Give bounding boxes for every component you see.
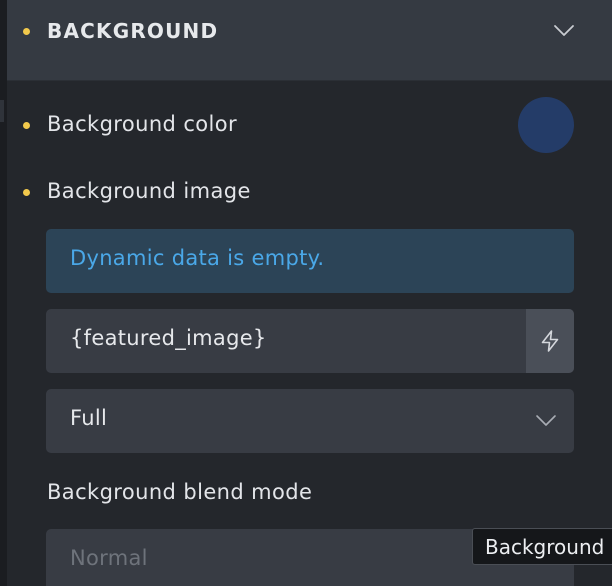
tooltip: Background (472, 528, 612, 565)
background-color-label: Background color (47, 112, 238, 136)
background-color-indicator-dot (23, 122, 30, 129)
background-image-dynamic-field[interactable]: {featured_image} (46, 309, 574, 373)
chevron-down-icon[interactable] (552, 19, 576, 43)
background-color-swatch[interactable] (518, 97, 574, 153)
tooltip-text: Background (485, 535, 605, 559)
chevron-down-icon (536, 415, 556, 426)
section-indicator-dot (23, 28, 30, 35)
dynamic-data-button[interactable] (526, 309, 574, 373)
blend-mode-label: Background blend mode (47, 480, 313, 504)
panel-edge (0, 0, 7, 586)
resize-handle[interactable] (0, 100, 4, 122)
background-image-value: {featured_image} (70, 326, 267, 350)
dynamic-data-notice: Dynamic data is empty. (46, 229, 574, 293)
background-section-header[interactable]: BACKGROUND (7, 0, 612, 81)
background-image-label: Background image (47, 179, 251, 203)
lightning-icon (541, 330, 559, 352)
image-size-selected-value: Full (70, 406, 108, 430)
section-title: BACKGROUND (47, 19, 219, 43)
dynamic-data-notice-text: Dynamic data is empty. (70, 246, 325, 270)
blend-mode-placeholder: Normal (70, 546, 148, 570)
style-panel: BACKGROUND Background color Background i… (0, 0, 612, 586)
background-image-indicator-dot (23, 189, 30, 196)
image-size-select[interactable]: Full (46, 389, 574, 453)
